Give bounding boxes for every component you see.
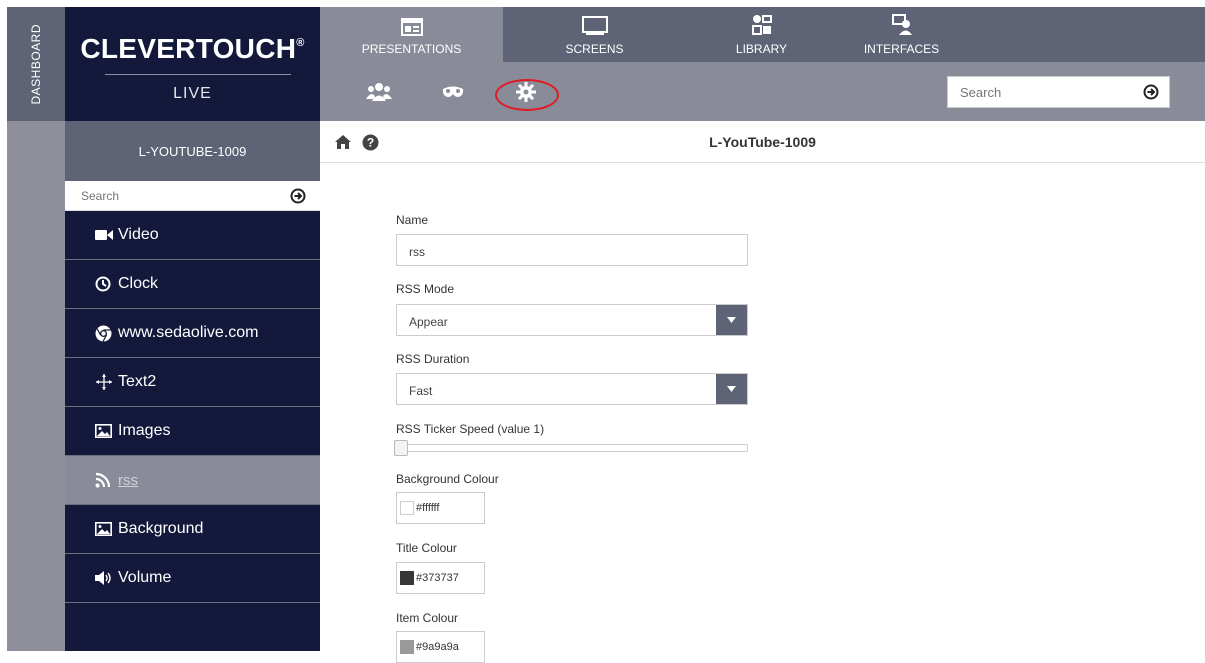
tab-library-label: LIBRARY: [735, 42, 788, 56]
layer-label: Background: [118, 520, 204, 537]
users-icon: [366, 83, 392, 101]
gear-icon: [516, 82, 536, 102]
colour-swatch: [400, 640, 414, 654]
rss-mode-label: RSS Mode: [396, 282, 455, 296]
tab-presentations[interactable]: PRESENTATIONS: [320, 7, 503, 62]
layer-label: Text2: [118, 373, 157, 390]
dropdown-arrow-icon: [716, 374, 747, 404]
layer-label: www.sedaolive.com: [118, 324, 259, 341]
content-header: ? L-YouTube-1009: [320, 121, 1205, 163]
rss-duration-label: RSS Duration: [396, 352, 470, 366]
layer-search: [65, 181, 320, 211]
users-button[interactable]: [366, 80, 392, 104]
layer-item-volume[interactable]: Volume: [65, 554, 320, 603]
layer-label: Volume: [118, 569, 172, 586]
registered-mark: ®: [296, 37, 305, 49]
mask-button[interactable]: [440, 80, 466, 104]
layer-label: Video: [118, 226, 159, 243]
move-arrows-icon: [95, 373, 115, 391]
layer-search-go-icon[interactable]: [290, 188, 306, 204]
item-colour-picker[interactable]: #9a9a9a: [396, 631, 485, 663]
dashboard-tab[interactable]: DASHBOARD: [7, 7, 65, 121]
interface-icon: [891, 14, 912, 35]
tab-screens[interactable]: SCREENS: [503, 7, 686, 62]
layer-label: Clock: [118, 275, 159, 292]
name-label: Name: [396, 213, 429, 227]
layer-item-clock[interactable]: Clock: [65, 260, 320, 309]
image-icon: [95, 424, 115, 438]
layer-label: Images: [118, 422, 171, 439]
dashboard-strip: DASHBOARD: [7, 7, 65, 651]
name-input[interactable]: rss: [396, 234, 748, 266]
colour-swatch: [400, 501, 414, 515]
rss-mode-value: Appear: [409, 315, 448, 329]
mask-icon: [442, 86, 464, 97]
logo-divider: [105, 74, 291, 75]
content-title: L-YouTube-1009: [320, 134, 1205, 150]
logo-subtitle: LIVE: [173, 85, 212, 102]
top-search: [947, 76, 1170, 108]
top-search-input[interactable]: [948, 77, 1128, 107]
layer-item-website[interactable]: www.sedaolive.com: [65, 309, 320, 358]
monitor-icon: [581, 16, 608, 35]
item-colour-label: Item Colour: [396, 611, 459, 625]
layer-label: rss: [118, 471, 138, 489]
item-colour-value: #9a9a9a: [416, 641, 459, 653]
tab-interfaces[interactable]: INTERFACES: [810, 7, 993, 62]
search-go-icon[interactable]: [1143, 84, 1159, 100]
logo-text: CLEVERTOUCH: [80, 33, 297, 64]
background-colour-label: Background Colour: [396, 472, 499, 486]
dropdown-arrow-icon: [716, 305, 747, 335]
colour-swatch: [400, 571, 414, 585]
dashboard-label: DASHBOARD: [29, 23, 43, 105]
sub-navigation: [320, 62, 1205, 121]
rss-mode-select[interactable]: Appear: [396, 304, 748, 336]
title-colour-value: #373737: [416, 572, 459, 584]
settings-button[interactable]: [513, 80, 539, 104]
background-colour-picker[interactable]: #ffffff: [396, 492, 485, 524]
layer-item-background[interactable]: Background: [65, 505, 320, 554]
rss-duration-select[interactable]: Fast: [396, 373, 748, 405]
clevertouch-logo: CLEVERTOUCH® LIVE: [65, 7, 320, 121]
media-library-icon: [751, 15, 772, 35]
title-colour-label: Title Colour: [396, 541, 457, 555]
presentation-name: L-YOUTUBE-1009: [138, 143, 247, 159]
content-title-text: L-YouTube-1009: [709, 134, 816, 150]
slider-handle[interactable]: [394, 440, 408, 456]
tab-presentations-label: PRESENTATIONS: [361, 42, 462, 56]
top-navigation: PRESENTATIONS SCREENS LIBRARY INTERFACES: [320, 7, 1205, 62]
title-colour-picker[interactable]: #373737: [396, 562, 485, 594]
layer-item-text2[interactable]: Text2: [65, 358, 320, 407]
tab-interfaces-label: INTERFACES: [863, 42, 940, 56]
layer-search-input[interactable]: [65, 181, 275, 210]
chrome-icon: [95, 325, 115, 342]
presentation-icon: [400, 18, 423, 36]
layer-item-video[interactable]: Video: [65, 211, 320, 260]
clock-icon: [95, 276, 115, 292]
volume-icon: [95, 571, 115, 585]
presentation-name-header: L-YOUTUBE-1009: [65, 121, 320, 181]
tab-screens-label: SCREENS: [565, 42, 624, 56]
video-camera-icon: [95, 229, 115, 241]
ticker-speed-label: RSS Ticker Speed (value 1): [396, 422, 545, 436]
rss-icon: [95, 472, 115, 488]
image-icon: [95, 522, 115, 536]
background-colour-value: #ffffff: [416, 502, 440, 514]
rss-duration-value: Fast: [409, 384, 433, 398]
layer-item-rss[interactable]: rss: [65, 456, 320, 505]
layer-item-images[interactable]: Images: [65, 407, 320, 456]
ticker-speed-slider[interactable]: [394, 440, 748, 456]
layer-list: Video Clock www.sedaolive.com Text2 Imag…: [65, 211, 320, 651]
